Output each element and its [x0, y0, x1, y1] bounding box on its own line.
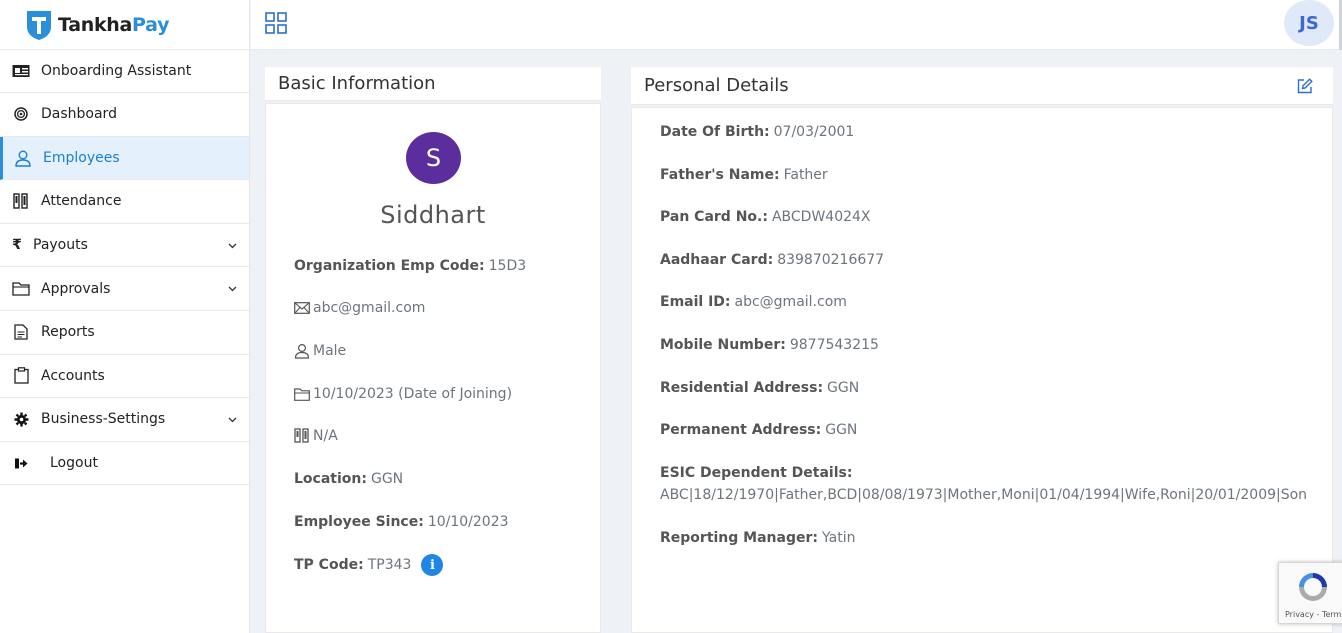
attendance-icon — [294, 428, 310, 444]
folder-icon — [10, 280, 32, 298]
basic-info-title: Basic Information — [278, 73, 436, 94]
logo-icon — [25, 9, 53, 41]
sidebar-item-label: Logout — [50, 455, 98, 472]
chevron-down-icon[interactable] — [228, 281, 237, 297]
employee-location: Location: GGN — [294, 471, 404, 487]
sidebar-item-approvals[interactable]: Approvals — [0, 267, 249, 311]
sidebar-item-label: Payouts — [33, 237, 88, 254]
sidebar-item-accounts[interactable]: Accounts — [0, 355, 249, 399]
email-id: Email ID: abc@gmail.com — [660, 294, 847, 310]
user-avatar[interactable]: JS — [1284, 0, 1334, 46]
sidebar-item-business-settings[interactable]: Business-Settings — [0, 398, 249, 442]
sidebar-item-label: Approvals — [41, 280, 111, 297]
target-icon — [10, 105, 32, 123]
recaptcha-terms[interactable]: Privacy - Terms — [1285, 610, 1342, 619]
sidebar: TankhaPay Onboarding Assistant Dashboard… — [0, 0, 250, 633]
recaptcha-badge[interactable]: Privacy - Terms — [1278, 562, 1342, 624]
sidebar-item-label: Dashboard — [41, 106, 117, 123]
recaptcha-icon — [1295, 569, 1331, 609]
sidebar-item-payouts[interactable]: ₹ Payouts — [0, 224, 249, 268]
rupee-icon: ₹ — [12, 237, 22, 254]
gear-icon — [10, 410, 32, 428]
sidebar-item-logout[interactable]: Logout — [0, 442, 249, 486]
employee-gender: Male — [294, 343, 346, 359]
edit-icon[interactable] — [1297, 78, 1313, 99]
basic-info-card: S Siddhart Organization Emp Code: 15D3 ab… — [265, 103, 601, 633]
residential-address: Residential Address: GGN — [660, 380, 860, 396]
sidebar-item-reports[interactable]: Reports — [0, 311, 249, 355]
esic-dependent-value: ABC|18/12/1970|Father,BCD|08/08/1973|Mot… — [660, 487, 1308, 503]
sidebar-item-label: Employees — [43, 149, 120, 166]
brand-logo[interactable]: TankhaPay — [0, 0, 249, 50]
employee-avatar: S — [406, 132, 461, 184]
clipboard-icon — [10, 367, 32, 385]
attendance-status: N/A — [294, 428, 338, 444]
esic-dependent-details: ESIC Dependent Details: ABC|18/12/1970|F… — [660, 465, 1308, 503]
sidebar-item-label: Business-Settings — [41, 411, 166, 428]
user-icon — [294, 343, 310, 359]
personal-details-title: Personal Details — [644, 75, 789, 96]
sidebar-item-dashboard[interactable]: Dashboard — [0, 93, 249, 137]
apps-grid-icon[interactable] — [265, 12, 287, 38]
fathers-name: Father's Name: Father — [660, 167, 828, 183]
id-card-icon — [10, 62, 32, 80]
sidebar-item-label: Onboarding Assistant — [41, 63, 192, 79]
sidebar-item-onboarding-assistant[interactable]: Onboarding Assistant — [0, 50, 249, 93]
chevron-down-icon[interactable] — [228, 412, 237, 428]
aadhaar-card: Aadhaar Card: 839870216677 — [660, 252, 885, 268]
folder-icon — [294, 387, 310, 401]
logout-icon — [10, 454, 32, 472]
personal-details-header: Personal Details — [631, 67, 1333, 105]
sidebar-item-label: Accounts — [41, 367, 105, 384]
brand-name: TankhaPay — [58, 13, 170, 36]
user-icon — [12, 149, 34, 167]
reporting-manager: Reporting Manager: Yatin — [660, 530, 856, 546]
org-emp-code: Organization Emp Code: 15D3 — [294, 258, 527, 274]
employee-email: abc@gmail.com — [294, 300, 425, 316]
employee-since: Employee Since: 10/10/2023 — [294, 514, 509, 530]
joining-date: 10/10/2023 (Date of Joining) — [294, 386, 512, 402]
date-of-birth: Date Of Birth: 07/03/2001 — [660, 124, 855, 140]
top-bar: JS — [251, 0, 1342, 50]
tp-code: TP Code: TP343 i — [294, 554, 444, 576]
personal-details-card: Date Of Birth: 07/03/2001 Father's Name: F… — [631, 107, 1333, 633]
attendance-icon — [10, 192, 32, 210]
sidebar-item-label: Reports — [41, 324, 95, 341]
employee-name: Siddhart — [380, 201, 486, 229]
chevron-down-icon[interactable] — [228, 238, 237, 254]
basic-info-header: Basic Information — [265, 67, 601, 101]
mail-icon — [294, 302, 310, 314]
permanent-address: Permanent Address: GGN — [660, 422, 858, 438]
report-icon — [10, 323, 32, 341]
sidebar-item-attendance[interactable]: Attendance — [0, 180, 249, 224]
mobile-number: Mobile Number: 9877543215 — [660, 337, 879, 353]
sidebar-item-employees[interactable]: Employees — [0, 136, 249, 181]
sidebar-item-label: Attendance — [41, 193, 122, 210]
pan-card: Pan Card No.: ABCDW4024X — [660, 209, 871, 225]
info-icon[interactable]: i — [421, 554, 444, 576]
